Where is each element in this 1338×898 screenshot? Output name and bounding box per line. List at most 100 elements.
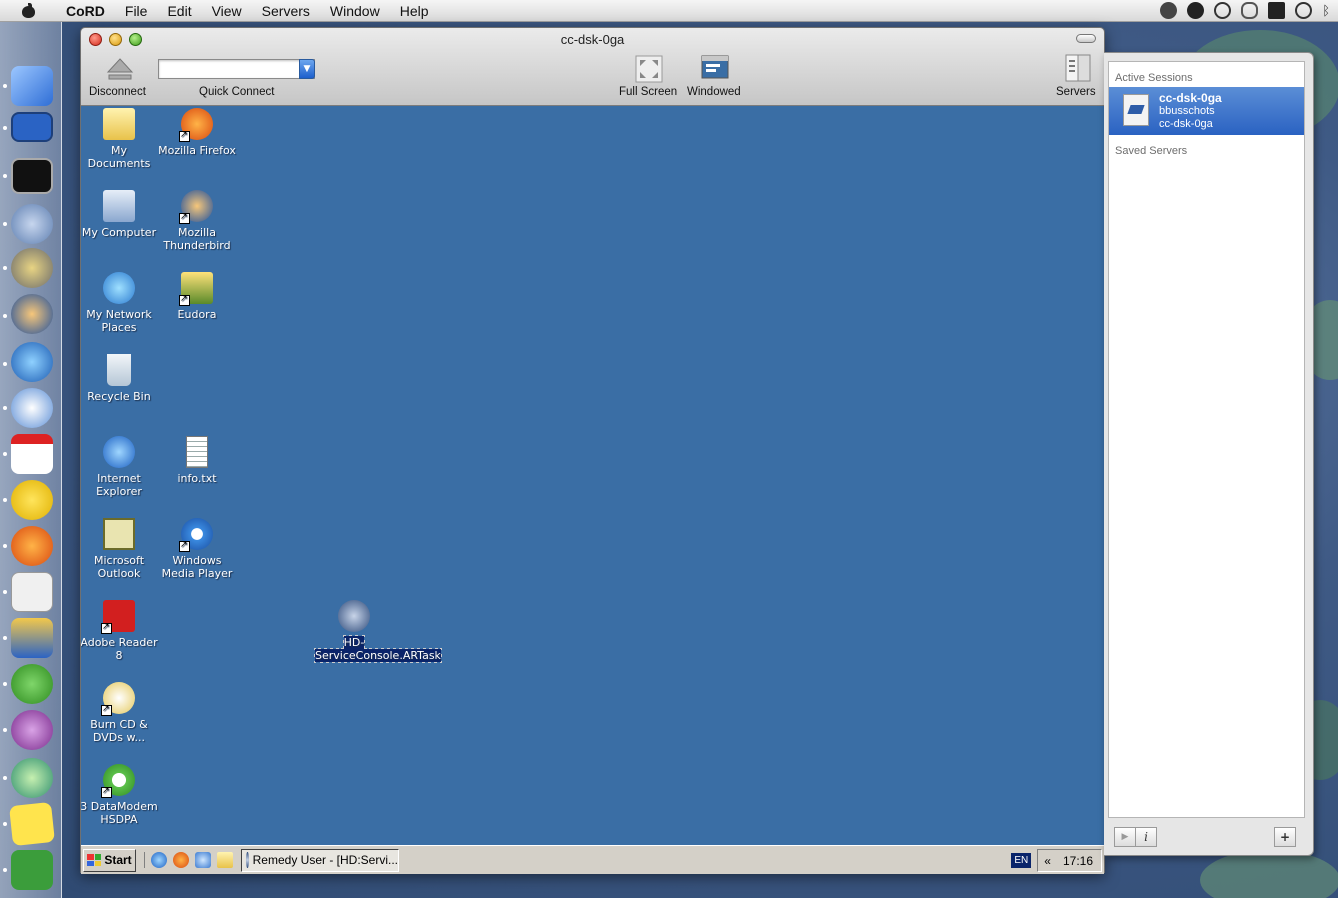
saved-servers-heading: Saved Servers bbox=[1115, 145, 1188, 157]
active-session-item[interactable]: cc-dsk-0ga bbusschots cc-dsk-0ga bbox=[1109, 87, 1304, 135]
background-lily-pad bbox=[1200, 850, 1338, 898]
quick-connect-label: Quick Connect bbox=[199, 86, 275, 98]
desktop-icon-my-network-places[interactable]: My Network Places bbox=[81, 272, 158, 334]
datamodem-icon bbox=[101, 764, 135, 798]
media-player-icon bbox=[179, 518, 213, 552]
sound-icon[interactable] bbox=[11, 248, 53, 288]
desktop-icon-recycle-bin[interactable]: Recycle Bin bbox=[81, 354, 158, 403]
clock[interactable]: 17:16 bbox=[1063, 854, 1093, 868]
network-globe-icon[interactable] bbox=[11, 342, 53, 382]
toolbar-toggle-button[interactable] bbox=[1076, 34, 1096, 43]
servers-list[interactable]: Active Sessions cc-dsk-0ga bbusschots cc… bbox=[1108, 61, 1305, 818]
full-screen-label[interactable]: Full Screen bbox=[619, 86, 677, 98]
spaces-icon[interactable] bbox=[1268, 2, 1286, 19]
number-four-icon[interactable] bbox=[11, 204, 53, 244]
full-screen-button[interactable] bbox=[635, 55, 663, 83]
folder-quicklaunch-icon[interactable] bbox=[217, 852, 233, 868]
servers-label[interactable]: Servers bbox=[1056, 86, 1096, 98]
alert-icon[interactable] bbox=[11, 480, 53, 520]
clock-area: « 17:16 bbox=[1037, 849, 1102, 872]
window-title: cc-dsk-0ga bbox=[560, 32, 625, 47]
active-sessions-heading: Active Sessions bbox=[1115, 72, 1193, 84]
desktop-icon-mozilla-firefox[interactable]: Mozilla Firefox bbox=[158, 108, 236, 157]
desktop-icon-my-documents[interactable]: My Documents bbox=[81, 108, 158, 170]
connect-button[interactable]: ▶ bbox=[1114, 827, 1136, 847]
quick-launch bbox=[144, 852, 233, 868]
menu-help[interactable]: Help bbox=[390, 0, 439, 22]
transmit-icon[interactable] bbox=[11, 618, 53, 658]
ie-quicklaunch-icon[interactable] bbox=[151, 852, 167, 868]
webcam-icon[interactable] bbox=[1160, 2, 1178, 19]
cord-icon[interactable] bbox=[11, 112, 53, 142]
recycle-bin-icon bbox=[107, 354, 131, 386]
menu-app-name[interactable]: CoRD bbox=[56, 0, 115, 22]
info-button[interactable]: i bbox=[1135, 827, 1157, 847]
apple-menu-icon[interactable] bbox=[20, 2, 40, 19]
desktop-icon-eudora[interactable]: Eudora bbox=[158, 272, 236, 321]
full-screen-icon bbox=[635, 55, 663, 83]
my-documents-icon bbox=[103, 108, 135, 140]
chevron-down-icon[interactable]: ▼ bbox=[299, 59, 315, 79]
disconnect-button[interactable] bbox=[106, 56, 134, 82]
thunderbird-icon bbox=[179, 190, 213, 224]
desktop-icon-burn-cd[interactable]: Burn CD & DVDs w... bbox=[81, 682, 158, 744]
stickies-icon[interactable] bbox=[9, 801, 55, 847]
spiral-icon[interactable] bbox=[11, 758, 53, 798]
windowed-button[interactable] bbox=[700, 53, 730, 83]
desktop-icon-internet-explorer[interactable]: Internet Explorer bbox=[81, 436, 158, 498]
session-user: bbusschots bbox=[1159, 105, 1215, 117]
desktop-icon-artask[interactable]: HD-ServiceConsole.ARTask bbox=[314, 600, 442, 663]
burn-cd-icon bbox=[101, 682, 135, 716]
chat-icon[interactable] bbox=[1241, 2, 1259, 19]
eudora-icon bbox=[179, 272, 213, 306]
menu-bar: CoRD File Edit View Servers Window Help … bbox=[0, 0, 1338, 22]
terminal-icon[interactable] bbox=[11, 158, 53, 194]
servers-drawer-icon bbox=[1065, 54, 1091, 82]
taskbar-remedy-button[interactable]: Remedy User - [HD:Servi... bbox=[241, 848, 399, 872]
my-computer-icon bbox=[103, 190, 135, 222]
desktop-icon-windows-media-player[interactable]: Windows Media Player bbox=[158, 518, 236, 580]
menu-view[interactable]: View bbox=[202, 0, 252, 22]
windows-taskbar: Start Remedy User - [HD:Servi... EN « 17… bbox=[81, 845, 1104, 874]
finder-icon[interactable] bbox=[11, 66, 53, 106]
address-book-icon[interactable] bbox=[11, 572, 53, 612]
sync-icon[interactable] bbox=[1295, 2, 1313, 19]
firefox-dock-icon[interactable] bbox=[11, 526, 53, 566]
desktop-icon-microsoft-outlook[interactable]: Microsoft Outlook bbox=[81, 518, 158, 580]
desktop-icon-adobe-reader[interactable]: Adobe Reader 8 bbox=[81, 600, 158, 662]
servers-drawer: Active Sessions cc-dsk-0ga bbusschots cc… bbox=[1104, 52, 1314, 856]
thunderbird-dock-icon[interactable] bbox=[11, 294, 53, 334]
add-server-button[interactable]: + bbox=[1274, 827, 1296, 847]
desktop-icon-info-txt[interactable]: info.txt bbox=[158, 436, 236, 485]
desktop-quicklaunch-icon[interactable] bbox=[195, 852, 211, 868]
language-indicator[interactable]: EN bbox=[1011, 853, 1032, 868]
remote-desktop[interactable]: My Documents My Computer My Network Plac… bbox=[81, 106, 1104, 845]
safari-icon[interactable] bbox=[11, 388, 53, 428]
internet-explorer-icon bbox=[103, 436, 135, 468]
evernote-icon[interactable] bbox=[11, 850, 53, 890]
menu-file[interactable]: File bbox=[115, 0, 158, 22]
disconnect-label[interactable]: Disconnect bbox=[89, 86, 146, 98]
firefox-quicklaunch-icon[interactable] bbox=[173, 852, 189, 868]
growl-icon[interactable] bbox=[11, 710, 53, 750]
session-host: cc-dsk-0ga bbox=[1159, 118, 1213, 130]
outlook-icon bbox=[103, 518, 135, 550]
menu-servers[interactable]: Servers bbox=[252, 0, 320, 22]
checkmark-icon[interactable] bbox=[1187, 2, 1205, 19]
bluetooth-icon[interactable]: ᛒ bbox=[1322, 3, 1330, 18]
desktop-icon-mozilla-thunderbird[interactable]: Mozilla Thunderbird bbox=[158, 190, 236, 252]
desktop-icon-datamodem[interactable]: 3 DataModem HSDPA bbox=[81, 764, 158, 826]
desktop-icon-my-computer[interactable]: My Computer bbox=[81, 190, 158, 239]
start-button[interactable]: Start bbox=[83, 848, 136, 872]
tray-expand-button[interactable]: « bbox=[1044, 854, 1051, 868]
windowed-label[interactable]: Windowed bbox=[687, 86, 741, 98]
menu-window[interactable]: Window bbox=[320, 0, 390, 22]
calendar-icon[interactable] bbox=[11, 434, 53, 474]
quick-connect-input[interactable]: ▼ bbox=[158, 59, 315, 79]
time-machine-icon[interactable] bbox=[1214, 2, 1232, 19]
network-places-icon bbox=[103, 272, 135, 304]
artask-icon bbox=[338, 600, 370, 632]
servers-button[interactable] bbox=[1064, 53, 1092, 83]
menu-edit[interactable]: Edit bbox=[157, 0, 201, 22]
adium-icon[interactable] bbox=[11, 664, 53, 704]
